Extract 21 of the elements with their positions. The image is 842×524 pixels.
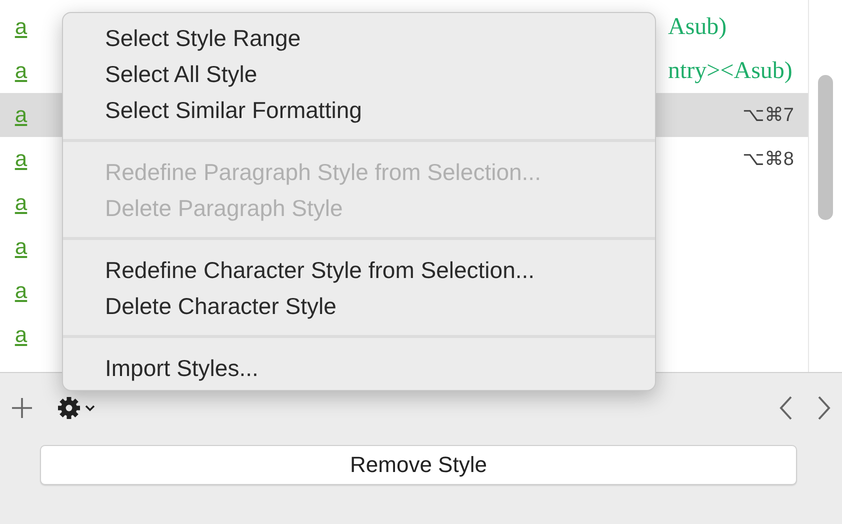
plus-icon[interactable] (10, 396, 34, 420)
remove-style-button[interactable]: Remove Style (40, 445, 797, 485)
style-icon: a (1, 190, 41, 216)
menu-item[interactable]: Import Styles... (63, 350, 655, 386)
style-icon: a (1, 102, 41, 128)
style-icon: a (1, 278, 41, 304)
menu-item[interactable]: Delete Character Style (63, 288, 655, 324)
shortcut-label: ⌥⌘8 (742, 148, 794, 171)
shortcut-label: ⌥⌘7 (742, 104, 794, 127)
style-icon: a (1, 146, 41, 172)
style-icon: a (1, 322, 41, 348)
style-icon: a (1, 14, 41, 40)
scrollbar-thumb[interactable] (818, 75, 833, 220)
menu-item[interactable]: Select Similar Formatting (63, 92, 655, 128)
back-chevron-icon[interactable] (778, 395, 794, 421)
menu-item[interactable]: Redefine Character Style from Selection... (63, 252, 655, 288)
menu-item[interactable]: Select Style Range (63, 20, 655, 56)
style-icon: a (1, 234, 41, 260)
forward-chevron-icon[interactable] (816, 395, 832, 421)
menu-item[interactable]: Select All Style (63, 56, 655, 92)
style-icon: a (1, 58, 41, 84)
